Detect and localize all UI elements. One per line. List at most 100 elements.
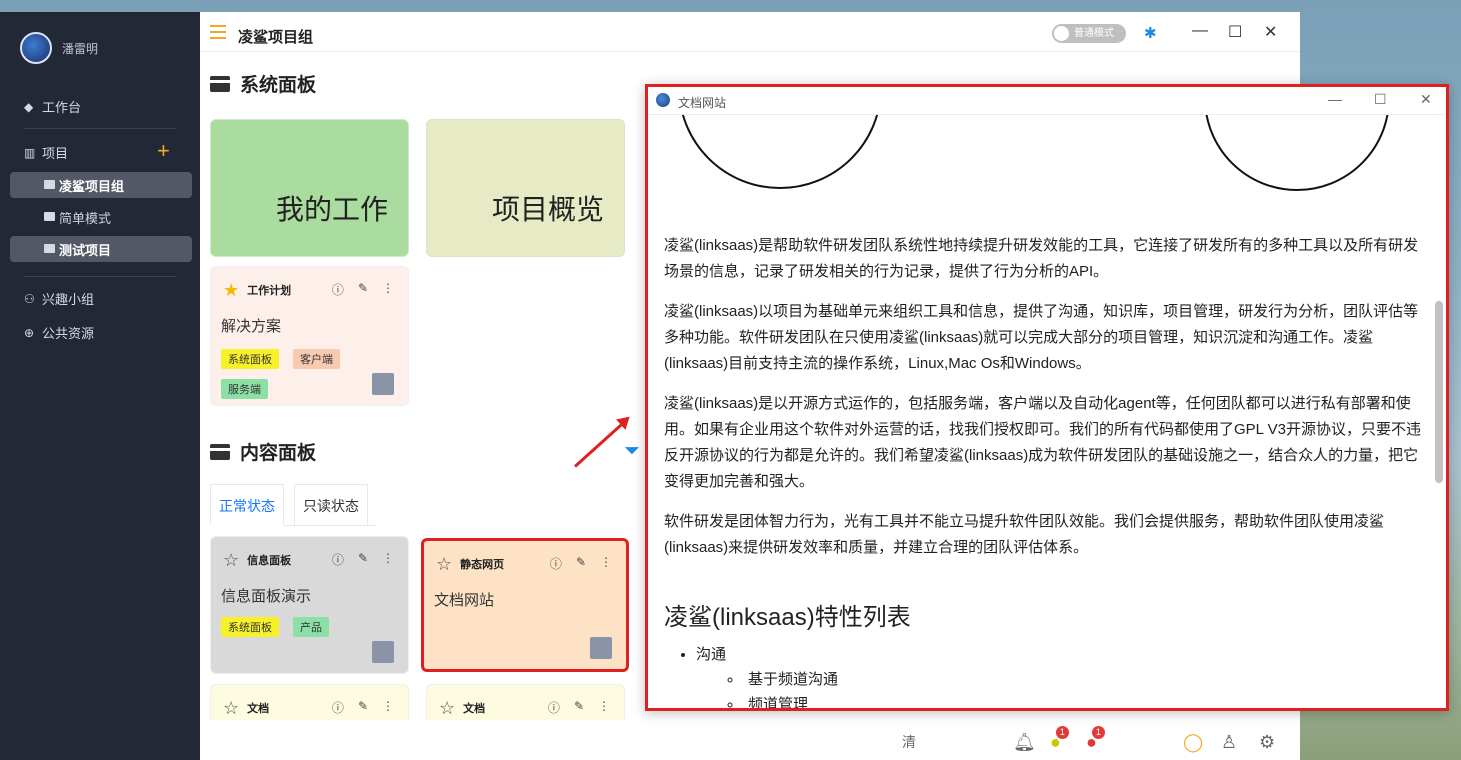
minimize-icon[interactable]: — [1192,22,1208,40]
mode-toggle[interactable]: 普通模式 [1052,24,1126,43]
add-project-icon[interactable]: + [157,140,170,162]
illustration [678,115,882,189]
divider [24,276,176,277]
gear-icon[interactable]: ⚙ [1259,732,1275,753]
user-icon[interactable]: ♙ [1221,732,1237,753]
paragraph: 软件研发是团体智力行为，光有工具并不能立马提升软件团队效能。我们会提供服务，帮助… [664,513,1385,556]
list-item: 频道管理 [696,692,838,708]
tag: 服务端 [221,379,268,399]
sidebar: 潘雷明 ◆ 工作台 ▥ 项目 + 凌鲨项目组 简单模式 测试项目 ⚇ 兴趣小组 [0,12,200,760]
close-icon[interactable]: ✕ [1420,91,1432,108]
content-card-doc[interactable]: ☆ 文档 ⓘ ✎ ⋮ [426,684,625,720]
work-plan-card[interactable]: ★ 工作计划 ⓘ ✎ ⋮ 解决方案 系统面板 客户端 服务端 [210,266,409,406]
sidebar-item-workbench[interactable]: ◆ 工作台 [24,97,81,116]
feature-list: 沟通 基于频道沟通 频道管理 [696,642,838,708]
star-icon[interactable]: ☆ [439,699,455,717]
folder-icon [44,180,55,189]
tile-project-overview[interactable]: 项目概览 [426,119,625,257]
card-title: 信息面板演示 [221,588,312,605]
list-item: 基于频道沟通 [696,667,838,692]
scrollbar[interactable] [1435,117,1443,705]
bell-icon[interactable]: 🔔︎ [1013,732,1036,753]
edit-icon[interactable]: ✎ [576,555,586,572]
alarm-icon[interactable]: ● 1 [1050,726,1069,753]
folder-icon [44,212,55,221]
status-bar: 清 🔔︎ ● 1 ● 1 ◯ ♙ ⚙ [200,720,1300,760]
info-icon[interactable]: ⓘ [332,699,344,716]
filter-icon[interactable]: ⏷ [624,440,640,463]
info-icon[interactable]: ⓘ [332,551,344,568]
status-text: 清 [902,734,916,750]
list-item: 沟通 [696,642,838,667]
tag: 产品 [293,617,329,637]
user-brand[interactable]: 潘雷明 [20,32,98,64]
tag: 客户端 [293,349,340,369]
sidebar-item-public-resources[interactable]: ⊕ 公共资源 [24,323,94,342]
doc-window-titlebar: 文档网站 — ☐ ✕ [648,87,1446,115]
info-icon[interactable]: ⓘ [550,555,562,572]
more-icon[interactable]: ⋮ [382,699,394,716]
content-tabs: 正常状态 只读状态 [210,484,376,526]
more-icon[interactable]: ⋮ [382,281,394,298]
star-icon[interactable]: ☆ [436,555,452,573]
star-icon[interactable]: ★ [223,281,239,299]
card-title: 解决方案 [221,318,282,335]
edit-icon[interactable]: ✎ [358,281,368,298]
more-icon[interactable]: ⋮ [600,555,612,572]
star-icon[interactable]: ☆ [223,551,239,569]
monitor-icon [372,641,394,663]
tab-normal[interactable]: 正常状态 [210,484,284,526]
content-card-info[interactable]: ☆ 信息面板 ⓘ ✎ ⋮ 信息面板演示 系统面板 产品 [210,536,409,674]
tile-my-work[interactable]: 我的工作 [210,119,409,257]
board-icon: ▥ [24,145,36,160]
info-icon[interactable]: ⓘ [332,281,344,298]
doc-window: 文档网站 — ☐ ✕ 凌鲨(linksaas)是帮助软件研发团队系统性地持续提升… [645,84,1449,711]
chat-icon[interactable]: ◯ [1183,732,1203,753]
doc-window-title: 文档网站 [678,96,727,110]
illustration [1204,115,1390,191]
bug-icon[interactable]: ✱ [1144,24,1157,42]
maximize-icon[interactable]: ☐ [1228,22,1242,42]
html-file-icon [590,637,612,659]
sidebar-item-interest-group[interactable]: ⚇ 兴趣小组 [24,289,94,308]
folder-icon [44,244,55,253]
more-icon[interactable]: ⋮ [598,699,610,716]
sidebar-item-project-1[interactable]: 简单模式 [10,204,192,230]
edit-icon[interactable]: ✎ [574,699,584,716]
info-icon[interactable]: ⓘ [548,699,560,716]
user-name: 潘雷明 [62,41,99,56]
content-card-doc[interactable]: ☆ 文档 ⓘ ✎ ⋮ [210,684,409,720]
sidebar-item-project-0[interactable]: 凌鲨项目组 [10,172,192,198]
card-title: 文档网站 [434,592,495,609]
sidebar-item-projects[interactable]: ▥ 项目 [24,143,68,162]
sidebar-item-project-2[interactable]: 测试项目 [10,236,192,262]
panel-icon [210,443,230,460]
star-icon[interactable]: ☆ [223,699,239,717]
edit-icon[interactable]: ✎ [358,699,368,716]
tag: 系统面板 [221,617,279,637]
system-panel-heading: 系统面板 [210,70,316,97]
siren-icon[interactable]: ● 1 [1086,726,1105,753]
scrollbar-thumb[interactable] [1435,301,1443,483]
globe-icon: ⊕ [24,325,35,340]
content-card-static-web[interactable]: ☆ 静态网页 ⓘ ✎ ⋮ 文档网站 [421,538,629,672]
avatar[interactable] [20,32,52,64]
maximize-icon[interactable]: ☐ [1374,91,1387,108]
close-icon[interactable]: ✕ [1264,22,1277,42]
paragraph: 凌鲨(linksaas)是帮助软件研发团队系统性地持续提升研发效能的工具，它连接… [664,237,1419,280]
page-title: 凌鲨项目组 [238,29,314,46]
group-icon: ⚇ [24,291,35,306]
top-bar: 凌鲨项目组 普通模式 ✱ — ☐ ✕ [200,12,1300,52]
menu-icon[interactable] [210,25,226,39]
section-heading: 凌鲨(linksaas)特性列表 [664,604,911,631]
content-panel-heading: 内容面板 [210,438,316,465]
app-icon [656,93,670,107]
edit-icon[interactable]: ✎ [358,551,368,568]
panel-icon [210,75,230,92]
divider [24,128,176,129]
flag-icon [372,373,394,395]
tab-readonly[interactable]: 只读状态 [294,484,368,526]
paragraph: 凌鲨(linksaas)以项目为基础单元来组织工具和信息，提供了沟通，知识库，项… [664,303,1419,372]
more-icon[interactable]: ⋮ [382,551,394,568]
minimize-icon[interactable]: — [1328,91,1342,107]
